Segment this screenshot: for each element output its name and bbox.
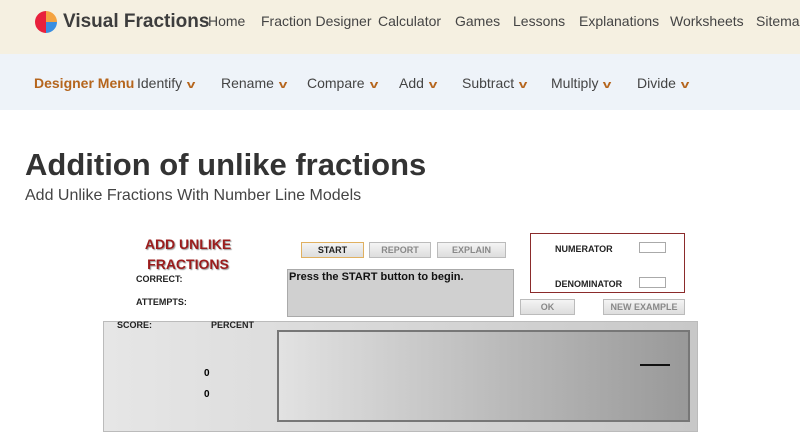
submenu-label: Subtract — [462, 75, 515, 91]
app-title: ADD UNLIKE FRACTIONS — [138, 234, 238, 274]
number-line-display — [277, 330, 690, 422]
chevron-down-icon: v — [369, 79, 378, 91]
explain-button[interactable]: EXPLAIN — [437, 242, 506, 258]
logo-icon[interactable] — [34, 10, 58, 34]
score-value: 0 — [204, 368, 210, 379]
submenu-compare[interactable]: Compare v — [307, 75, 378, 91]
nav-lessons[interactable]: Lessons — [513, 13, 565, 29]
submenu-label: Identify — [137, 75, 183, 91]
new-example-button[interactable]: NEW EXAMPLE — [603, 299, 685, 315]
chevron-down-icon: v — [428, 79, 438, 91]
submenu-label: Add — [399, 75, 424, 91]
chevron-down-icon: v — [278, 79, 288, 91]
submenu-identify[interactable]: Identify v — [137, 75, 196, 91]
submenu-label: Multiply — [551, 75, 599, 91]
submenu-label: Rename — [221, 75, 274, 91]
app-title-line: FRACTIONS — [147, 256, 229, 272]
brand-name[interactable]: Visual Fractions — [63, 11, 209, 33]
chevron-down-icon: v — [518, 79, 528, 91]
nav-games[interactable]: Games — [455, 13, 500, 29]
correct-label: CORRECT: — [136, 274, 183, 284]
percent-label: PERCENT — [211, 320, 255, 330]
percent-value: 0 — [204, 389, 210, 400]
submenu-designer-menu[interactable]: Designer Menu — [34, 75, 134, 91]
numerator-input[interactable] — [639, 242, 666, 253]
chevron-down-icon: v — [603, 79, 612, 91]
nav-worksheets[interactable]: Worksheets — [670, 13, 744, 29]
fraction-bar — [640, 364, 670, 366]
nav-home[interactable]: Home — [208, 13, 245, 29]
report-button[interactable]: REPORT — [369, 242, 431, 258]
submenu-multiply[interactable]: Multiply v — [551, 75, 612, 91]
nav-fraction-designer[interactable]: Fraction Designer — [261, 13, 372, 29]
denominator-input[interactable] — [639, 277, 666, 288]
top-header: Visual Fractions Home Fraction Designer … — [0, 0, 800, 54]
score-label: SCORE: — [117, 320, 153, 330]
attempts-label: ATTEMPTS: — [136, 297, 187, 307]
chevron-down-icon: v — [186, 79, 196, 91]
chevron-down-icon: v — [680, 79, 690, 91]
page-subtitle: Add Unlike Fractions With Number Line Mo… — [25, 187, 362, 204]
page-title: Addition of unlike fractions — [25, 147, 427, 182]
nav-sitemap[interactable]: Sitemap — [756, 13, 800, 29]
designer-submenu: Designer Menu Identify v Rename v Compare v… — [0, 54, 800, 110]
submenu-divide[interactable]: Divide v — [637, 75, 690, 91]
submenu-subtract[interactable]: Subtract v — [462, 75, 528, 91]
start-button[interactable]: START — [301, 242, 364, 258]
nav-explanations[interactable]: Explanations — [579, 13, 659, 29]
message-textarea[interactable]: Press the START button to begin. — [287, 269, 514, 317]
submenu-add[interactable]: Add v — [399, 75, 438, 91]
denominator-label: DENOMINATOR — [555, 279, 623, 289]
app-title-line: ADD UNLIKE — [144, 236, 232, 252]
submenu-rename[interactable]: Rename v — [221, 75, 288, 91]
nav-calculator[interactable]: Calculator — [378, 13, 441, 29]
submenu-label: Divide — [637, 75, 676, 91]
answer-box: NUMERATOR DENOMINATOR — [530, 233, 685, 293]
submenu-label: Compare — [307, 75, 365, 91]
ok-button[interactable]: OK — [520, 299, 575, 315]
numerator-label: NUMERATOR — [555, 244, 613, 254]
